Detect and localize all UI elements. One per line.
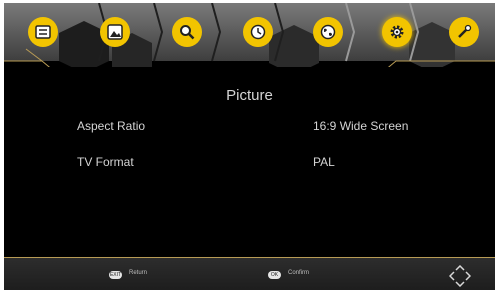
time-button[interactable]: [243, 17, 273, 47]
confirm-hint-label: Confirm: [288, 270, 310, 276]
gear-icon: [389, 24, 405, 40]
navigation-arrows-icon: [448, 264, 472, 290]
page-title: Picture: [226, 87, 273, 104]
setting-button[interactable]: [382, 17, 412, 47]
top-menu-bar: [4, 3, 495, 67]
tv-format-label[interactable]: TV Format: [77, 155, 134, 169]
search-button[interactable]: [172, 17, 202, 47]
picture-button[interactable]: [100, 17, 130, 47]
globe-icon: [320, 24, 336, 40]
language-button[interactable]: [313, 17, 343, 47]
return-hint-label: Return: [129, 270, 148, 276]
clock-icon: [250, 24, 266, 40]
ok-key-icon: OK: [268, 271, 281, 279]
tools-icon: [456, 24, 472, 40]
exit-key-icon: EXIT: [109, 271, 122, 279]
channel-list-icon: [35, 25, 51, 39]
search-icon: [179, 24, 195, 40]
tv-screen: Picture Aspect Ratio 16:9 Wide Screen TV…: [4, 3, 495, 290]
tools-button[interactable]: [449, 17, 479, 47]
bottom-hint-bar: EXIT Return OK Confirm: [4, 257, 495, 290]
tv-format-value[interactable]: PAL: [313, 155, 335, 169]
aspect-ratio-label[interactable]: Aspect Ratio: [77, 119, 145, 133]
channel-list-button[interactable]: [28, 17, 58, 47]
aspect-ratio-value[interactable]: 16:9 Wide Screen: [313, 119, 408, 133]
picture-icon: [107, 24, 123, 40]
